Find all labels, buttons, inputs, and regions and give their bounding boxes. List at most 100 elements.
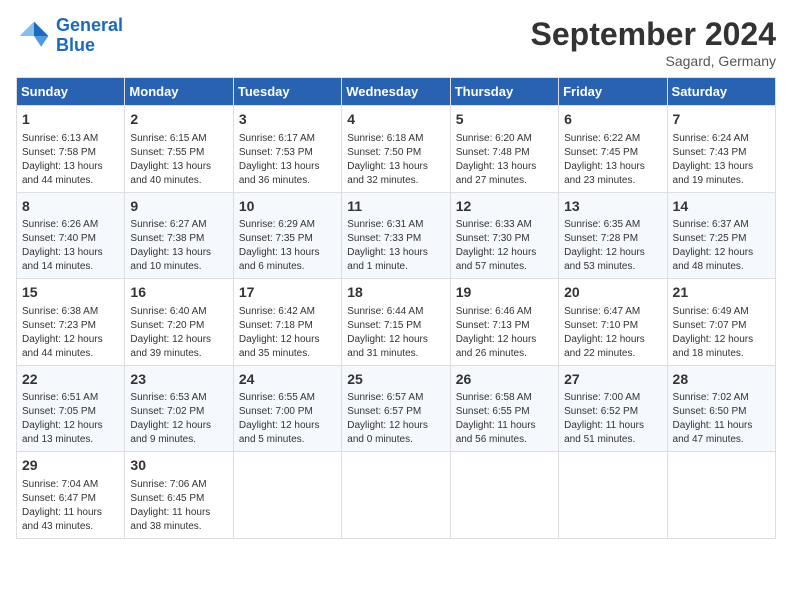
calendar-cell: 6Sunrise: 6:22 AM Sunset: 7:45 PM Daylig… <box>559 106 667 193</box>
day-number: 16 <box>130 283 227 303</box>
calendar-cell: 4Sunrise: 6:18 AM Sunset: 7:50 PM Daylig… <box>342 106 450 193</box>
day-info: Sunrise: 7:02 AM Sunset: 6:50 PM Dayligh… <box>673 391 770 447</box>
calendar-cell: 17Sunrise: 6:42 AM Sunset: 7:18 PM Dayli… <box>233 279 341 366</box>
day-info: Sunrise: 6:18 AM Sunset: 7:50 PM Dayligh… <box>347 132 444 188</box>
calendar-cell: 10Sunrise: 6:29 AM Sunset: 7:35 PM Dayli… <box>233 192 341 279</box>
day-number: 9 <box>130 197 227 217</box>
calendar-cell: 19Sunrise: 6:46 AM Sunset: 7:13 PM Dayli… <box>450 279 558 366</box>
header-day-sunday: Sunday <box>17 78 125 106</box>
day-info: Sunrise: 7:04 AM Sunset: 6:47 PM Dayligh… <box>22 478 119 534</box>
header-day-wednesday: Wednesday <box>342 78 450 106</box>
calendar-cell: 24Sunrise: 6:55 AM Sunset: 7:00 PM Dayli… <box>233 365 341 452</box>
day-info: Sunrise: 6:51 AM Sunset: 7:05 PM Dayligh… <box>22 391 119 447</box>
calendar-cell <box>233 452 341 539</box>
calendar-cell: 27Sunrise: 7:00 AM Sunset: 6:52 PM Dayli… <box>559 365 667 452</box>
day-info: Sunrise: 6:46 AM Sunset: 7:13 PM Dayligh… <box>456 305 553 361</box>
day-info: Sunrise: 6:26 AM Sunset: 7:40 PM Dayligh… <box>22 218 119 274</box>
calendar-cell: 26Sunrise: 6:58 AM Sunset: 6:55 PM Dayli… <box>450 365 558 452</box>
day-info: Sunrise: 7:00 AM Sunset: 6:52 PM Dayligh… <box>564 391 661 447</box>
day-number: 4 <box>347 110 444 130</box>
day-number: 8 <box>22 197 119 217</box>
calendar-cell: 15Sunrise: 6:38 AM Sunset: 7:23 PM Dayli… <box>17 279 125 366</box>
day-number: 2 <box>130 110 227 130</box>
calendar-cell: 25Sunrise: 6:57 AM Sunset: 6:57 PM Dayli… <box>342 365 450 452</box>
title-block: September 2024 Sagard, Germany <box>531 16 776 69</box>
day-number: 12 <box>456 197 553 217</box>
calendar-week-row: 15Sunrise: 6:38 AM Sunset: 7:23 PM Dayli… <box>17 279 776 366</box>
day-info: Sunrise: 6:31 AM Sunset: 7:33 PM Dayligh… <box>347 218 444 274</box>
day-info: Sunrise: 6:24 AM Sunset: 7:43 PM Dayligh… <box>673 132 770 188</box>
day-number: 7 <box>673 110 770 130</box>
calendar-cell: 23Sunrise: 6:53 AM Sunset: 7:02 PM Dayli… <box>125 365 233 452</box>
calendar-cell: 28Sunrise: 7:02 AM Sunset: 6:50 PM Dayli… <box>667 365 775 452</box>
day-info: Sunrise: 6:22 AM Sunset: 7:45 PM Dayligh… <box>564 132 661 188</box>
calendar-cell: 11Sunrise: 6:31 AM Sunset: 7:33 PM Dayli… <box>342 192 450 279</box>
day-info: Sunrise: 6:55 AM Sunset: 7:00 PM Dayligh… <box>239 391 336 447</box>
calendar-cell: 22Sunrise: 6:51 AM Sunset: 7:05 PM Dayli… <box>17 365 125 452</box>
day-info: Sunrise: 6:53 AM Sunset: 7:02 PM Dayligh… <box>130 391 227 447</box>
logo-line2: Blue <box>56 35 95 55</box>
day-number: 20 <box>564 283 661 303</box>
day-number: 28 <box>673 370 770 390</box>
calendar-cell <box>450 452 558 539</box>
day-number: 18 <box>347 283 444 303</box>
calendar-cell: 12Sunrise: 6:33 AM Sunset: 7:30 PM Dayli… <box>450 192 558 279</box>
calendar-cell <box>342 452 450 539</box>
calendar-week-row: 29Sunrise: 7:04 AM Sunset: 6:47 PM Dayli… <box>17 452 776 539</box>
calendar-cell: 29Sunrise: 7:04 AM Sunset: 6:47 PM Dayli… <box>17 452 125 539</box>
calendar-week-row: 1Sunrise: 6:13 AM Sunset: 7:58 PM Daylig… <box>17 106 776 193</box>
day-info: Sunrise: 6:38 AM Sunset: 7:23 PM Dayligh… <box>22 305 119 361</box>
header-day-tuesday: Tuesday <box>233 78 341 106</box>
logo-line1: General <box>56 15 123 35</box>
month-title: September 2024 <box>531 16 776 53</box>
day-number: 10 <box>239 197 336 217</box>
calendar-cell <box>559 452 667 539</box>
day-number: 24 <box>239 370 336 390</box>
day-info: Sunrise: 6:47 AM Sunset: 7:10 PM Dayligh… <box>564 305 661 361</box>
calendar-cell: 21Sunrise: 6:49 AM Sunset: 7:07 PM Dayli… <box>667 279 775 366</box>
day-info: Sunrise: 6:20 AM Sunset: 7:48 PM Dayligh… <box>456 132 553 188</box>
day-number: 13 <box>564 197 661 217</box>
calendar-cell: 3Sunrise: 6:17 AM Sunset: 7:53 PM Daylig… <box>233 106 341 193</box>
calendar-cell: 16Sunrise: 6:40 AM Sunset: 7:20 PM Dayli… <box>125 279 233 366</box>
day-info: Sunrise: 6:42 AM Sunset: 7:18 PM Dayligh… <box>239 305 336 361</box>
day-number: 5 <box>456 110 553 130</box>
logo-icon <box>16 18 52 54</box>
calendar-cell: 13Sunrise: 6:35 AM Sunset: 7:28 PM Dayli… <box>559 192 667 279</box>
calendar-cell: 20Sunrise: 6:47 AM Sunset: 7:10 PM Dayli… <box>559 279 667 366</box>
day-number: 15 <box>22 283 119 303</box>
page-header: General Blue September 2024 Sagard, Germ… <box>16 16 776 69</box>
header-day-friday: Friday <box>559 78 667 106</box>
day-number: 21 <box>673 283 770 303</box>
day-info: Sunrise: 6:40 AM Sunset: 7:20 PM Dayligh… <box>130 305 227 361</box>
day-number: 23 <box>130 370 227 390</box>
day-info: Sunrise: 6:57 AM Sunset: 6:57 PM Dayligh… <box>347 391 444 447</box>
day-info: Sunrise: 6:27 AM Sunset: 7:38 PM Dayligh… <box>130 218 227 274</box>
day-info: Sunrise: 6:29 AM Sunset: 7:35 PM Dayligh… <box>239 218 336 274</box>
calendar-week-row: 8Sunrise: 6:26 AM Sunset: 7:40 PM Daylig… <box>17 192 776 279</box>
day-info: Sunrise: 6:15 AM Sunset: 7:55 PM Dayligh… <box>130 132 227 188</box>
day-number: 26 <box>456 370 553 390</box>
day-number: 1 <box>22 110 119 130</box>
header-day-monday: Monday <box>125 78 233 106</box>
day-number: 14 <box>673 197 770 217</box>
calendar-week-row: 22Sunrise: 6:51 AM Sunset: 7:05 PM Dayli… <box>17 365 776 452</box>
calendar-cell: 1Sunrise: 6:13 AM Sunset: 7:58 PM Daylig… <box>17 106 125 193</box>
header-day-thursday: Thursday <box>450 78 558 106</box>
header-day-saturday: Saturday <box>667 78 775 106</box>
calendar-cell <box>667 452 775 539</box>
day-number: 22 <box>22 370 119 390</box>
day-info: Sunrise: 6:35 AM Sunset: 7:28 PM Dayligh… <box>564 218 661 274</box>
day-info: Sunrise: 6:37 AM Sunset: 7:25 PM Dayligh… <box>673 218 770 274</box>
calendar-cell: 2Sunrise: 6:15 AM Sunset: 7:55 PM Daylig… <box>125 106 233 193</box>
day-info: Sunrise: 6:49 AM Sunset: 7:07 PM Dayligh… <box>673 305 770 361</box>
day-info: Sunrise: 6:44 AM Sunset: 7:15 PM Dayligh… <box>347 305 444 361</box>
day-number: 17 <box>239 283 336 303</box>
day-number: 27 <box>564 370 661 390</box>
calendar-cell: 30Sunrise: 7:06 AM Sunset: 6:45 PM Dayli… <box>125 452 233 539</box>
day-number: 29 <box>22 456 119 476</box>
calendar-table: SundayMondayTuesdayWednesdayThursdayFrid… <box>16 77 776 539</box>
calendar-cell: 5Sunrise: 6:20 AM Sunset: 7:48 PM Daylig… <box>450 106 558 193</box>
day-info: Sunrise: 6:13 AM Sunset: 7:58 PM Dayligh… <box>22 132 119 188</box>
day-info: Sunrise: 6:33 AM Sunset: 7:30 PM Dayligh… <box>456 218 553 274</box>
